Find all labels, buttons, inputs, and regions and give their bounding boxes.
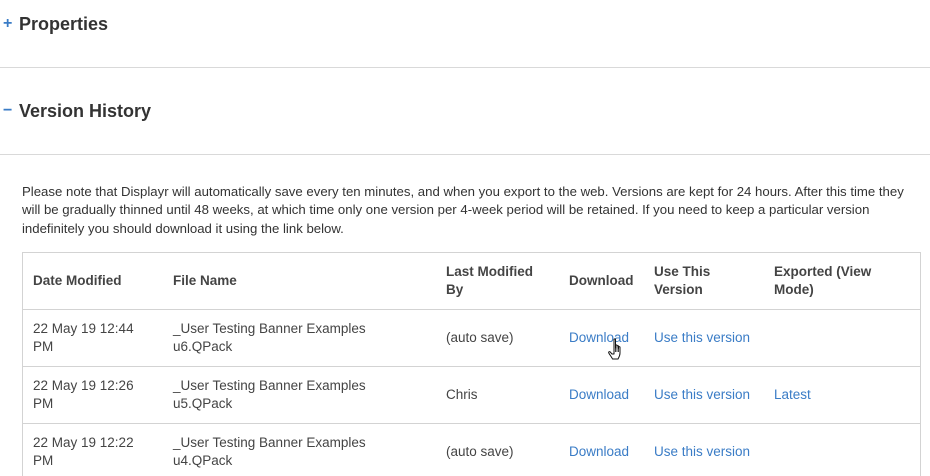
collapse-icon[interactable]: − <box>0 102 19 120</box>
properties-title[interactable]: Properties <box>19 14 108 35</box>
table-row: 22 May 19 12:22 PM _User Testing Banner … <box>23 423 920 476</box>
use-version-link[interactable]: Use this version <box>654 387 750 402</box>
download-cell: Download <box>559 309 644 367</box>
column-header-file: File Name <box>163 253 436 310</box>
file-name-cell: _User Testing Banner Examples u6.QPack <box>163 309 436 367</box>
use-version-link[interactable]: Use this version <box>654 330 750 345</box>
use-version-cell: Use this version <box>644 423 764 476</box>
download-cell: Download <box>559 423 644 476</box>
use-version-cell: Use this version <box>644 366 764 424</box>
column-header-exported: Exported (View Mode) <box>764 253 920 310</box>
date-cell: 22 May 19 12:44 PM <box>23 309 163 367</box>
column-header-use-version: Use This Version <box>644 253 764 310</box>
modified-by-cell: (auto save) <box>436 309 559 367</box>
exported-cell: Latest <box>764 366 920 424</box>
modified-by-cell: Chris <box>436 366 559 424</box>
version-table-container: Date Modified File Name Last Modified By… <box>22 252 921 476</box>
column-header-modified-by: Last Modified By <box>436 253 559 310</box>
exported-cell <box>764 423 920 476</box>
properties-section-header[interactable]: + Properties <box>0 13 930 35</box>
divider <box>0 67 930 68</box>
download-link[interactable]: Download <box>569 330 629 345</box>
exported-link[interactable]: Latest <box>774 387 811 402</box>
download-link[interactable]: Download <box>569 444 629 459</box>
modified-by-cell: (auto save) <box>436 423 559 476</box>
use-version-link[interactable]: Use this version <box>654 444 750 459</box>
expand-icon[interactable]: + <box>0 15 19 33</box>
date-cell: 22 May 19 12:26 PM <box>23 366 163 424</box>
table-row: 22 May 19 12:26 PM _User Testing Banner … <box>23 366 920 424</box>
exported-cell <box>764 309 920 367</box>
download-link[interactable]: Download <box>569 387 629 402</box>
download-cell: Download <box>559 366 644 424</box>
version-history-note: Please note that Displayr will automatic… <box>22 184 904 236</box>
column-header-download: Download <box>559 253 644 310</box>
file-name-cell: _User Testing Banner Examples u5.QPack <box>163 366 436 424</box>
page-root: + Properties − Version History Please no… <box>0 0 930 476</box>
file-name-cell: _User Testing Banner Examples u4.QPack <box>163 423 436 476</box>
column-header-date: Date Modified <box>23 253 163 310</box>
date-cell: 22 May 19 12:22 PM <box>23 423 163 476</box>
table-row: 22 May 19 12:44 PM _User Testing Banner … <box>23 309 920 367</box>
table-header-row: Date Modified File Name Last Modified By… <box>23 253 920 310</box>
version-history-title[interactable]: Version History <box>19 101 151 122</box>
divider <box>0 154 930 155</box>
version-history-section-header[interactable]: − Version History <box>0 100 930 122</box>
use-version-cell: Use this version <box>644 309 764 367</box>
version-table: Date Modified File Name Last Modified By… <box>23 253 920 476</box>
